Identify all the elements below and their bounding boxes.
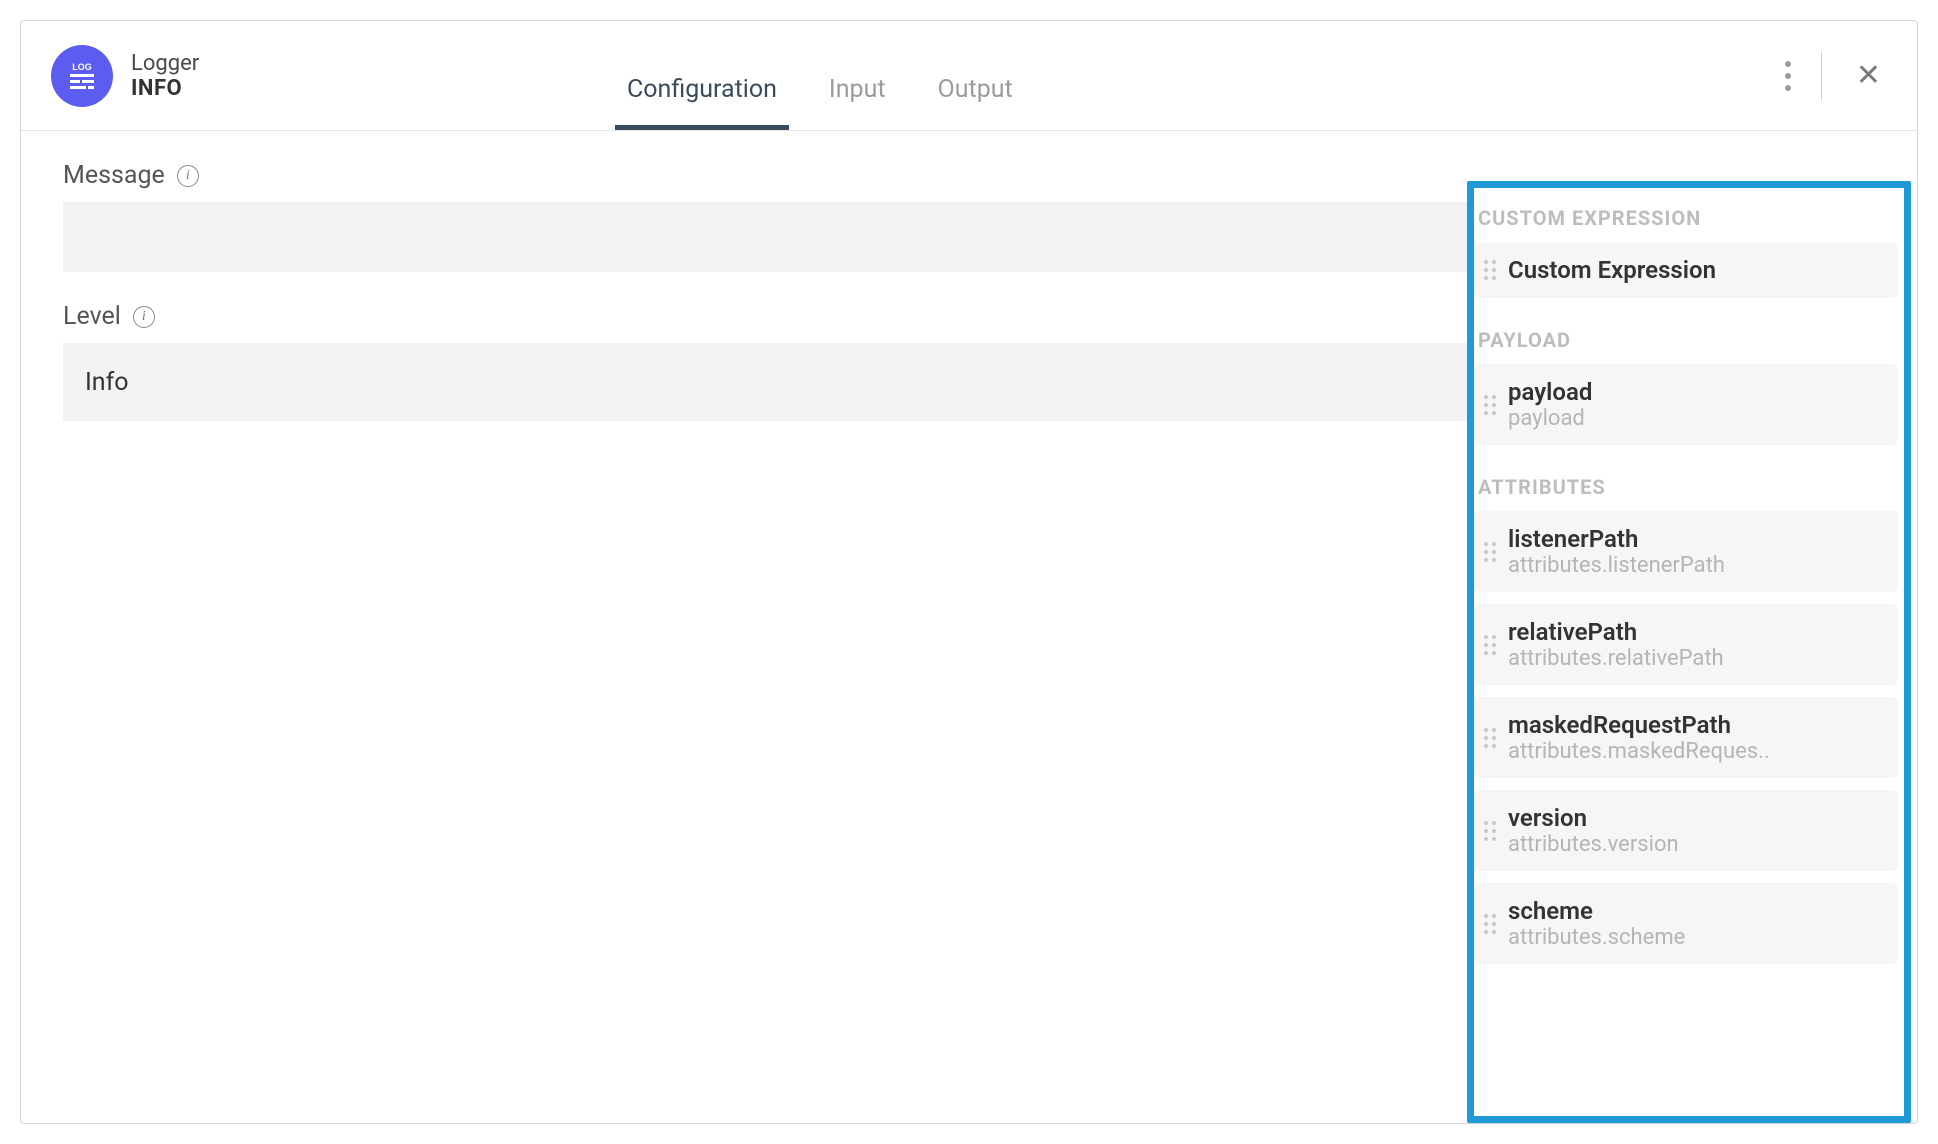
svg-text:LOG: LOG bbox=[72, 62, 92, 72]
logger-icon: LOG bbox=[51, 45, 113, 107]
palette-item-title: Custom Expression bbox=[1508, 256, 1716, 284]
palette-item-title: relativePath bbox=[1508, 618, 1724, 646]
palette-item-maskedrequestpath[interactable]: maskedRequestPath attributes.maskedReque… bbox=[1474, 697, 1898, 778]
palette-item-title: scheme bbox=[1508, 897, 1685, 925]
level-label: Level bbox=[63, 302, 121, 331]
palette-item-relativepath[interactable]: relativePath attributes.relativePath bbox=[1474, 604, 1898, 685]
info-icon[interactable]: i bbox=[177, 165, 199, 187]
palette-item-sub: attributes.version bbox=[1508, 832, 1679, 857]
palette-item-listenerpath[interactable]: listenerPath attributes.listenerPath bbox=[1474, 511, 1898, 592]
palette-item-sub: attributes.listenerPath bbox=[1508, 553, 1725, 578]
drag-handle-icon[interactable] bbox=[1484, 395, 1496, 415]
palette-item-sub: attributes.maskedReques.. bbox=[1508, 739, 1770, 764]
group-payload: PAYLOAD bbox=[1474, 310, 1898, 364]
group-attributes: ATTRIBUTES bbox=[1474, 457, 1898, 511]
palette-item-title: maskedRequestPath bbox=[1508, 711, 1770, 739]
logger-config-panel: LOG Logger INFO Configuration Input Outp… bbox=[20, 20, 1918, 1124]
palette-item-title: payload bbox=[1508, 378, 1592, 406]
header-actions: ✕ bbox=[1775, 21, 1895, 130]
header-title-area: LOG Logger INFO bbox=[21, 45, 581, 107]
panel-header: LOG Logger INFO Configuration Input Outp… bbox=[21, 21, 1917, 131]
palette-item-scheme[interactable]: scheme attributes.scheme bbox=[1474, 883, 1898, 964]
palette-item-sub: attributes.scheme bbox=[1508, 925, 1685, 950]
tab-output[interactable]: Output bbox=[932, 75, 1019, 130]
palette-item-sub: payload bbox=[1508, 406, 1592, 431]
palette-item-payload[interactable]: payload payload bbox=[1474, 364, 1898, 445]
close-icon[interactable]: ✕ bbox=[1842, 53, 1895, 99]
palette-container: CUSTOM EXPRESSION Custom Expression PAYL… bbox=[1467, 131, 1917, 1123]
component-name: Logger bbox=[131, 51, 199, 76]
expression-palette[interactable]: CUSTOM EXPRESSION Custom Expression PAYL… bbox=[1474, 188, 1904, 1123]
palette-item-sub: attributes.relativePath bbox=[1508, 646, 1724, 671]
palette-item-title: version bbox=[1508, 804, 1679, 832]
group-custom-expression: CUSTOM EXPRESSION bbox=[1474, 188, 1898, 242]
component-subtitle: INFO bbox=[131, 76, 199, 101]
panel-body: Message i Level i Info ⌄ CUSTOM EXPRESSI bbox=[21, 131, 1917, 1123]
palette-item-custom-expression[interactable]: Custom Expression bbox=[1474, 242, 1898, 298]
drag-handle-icon[interactable] bbox=[1484, 914, 1496, 934]
drag-handle-icon[interactable] bbox=[1484, 635, 1496, 655]
more-options-icon[interactable] bbox=[1775, 51, 1801, 101]
drag-handle-icon[interactable] bbox=[1484, 542, 1496, 562]
tab-configuration[interactable]: Configuration bbox=[621, 75, 783, 130]
palette-item-version[interactable]: version attributes.version bbox=[1474, 790, 1898, 871]
tab-bar: Configuration Input Output bbox=[621, 21, 1019, 130]
info-icon[interactable]: i bbox=[133, 306, 155, 328]
drag-handle-icon[interactable] bbox=[1484, 821, 1496, 841]
palette-item-title: listenerPath bbox=[1508, 525, 1725, 553]
tab-input[interactable]: Input bbox=[823, 75, 892, 130]
header-divider bbox=[1821, 52, 1822, 100]
drag-handle-icon[interactable] bbox=[1484, 260, 1496, 280]
message-label: Message bbox=[63, 161, 165, 190]
title-block: Logger INFO bbox=[131, 51, 199, 101]
drag-handle-icon[interactable] bbox=[1484, 728, 1496, 748]
